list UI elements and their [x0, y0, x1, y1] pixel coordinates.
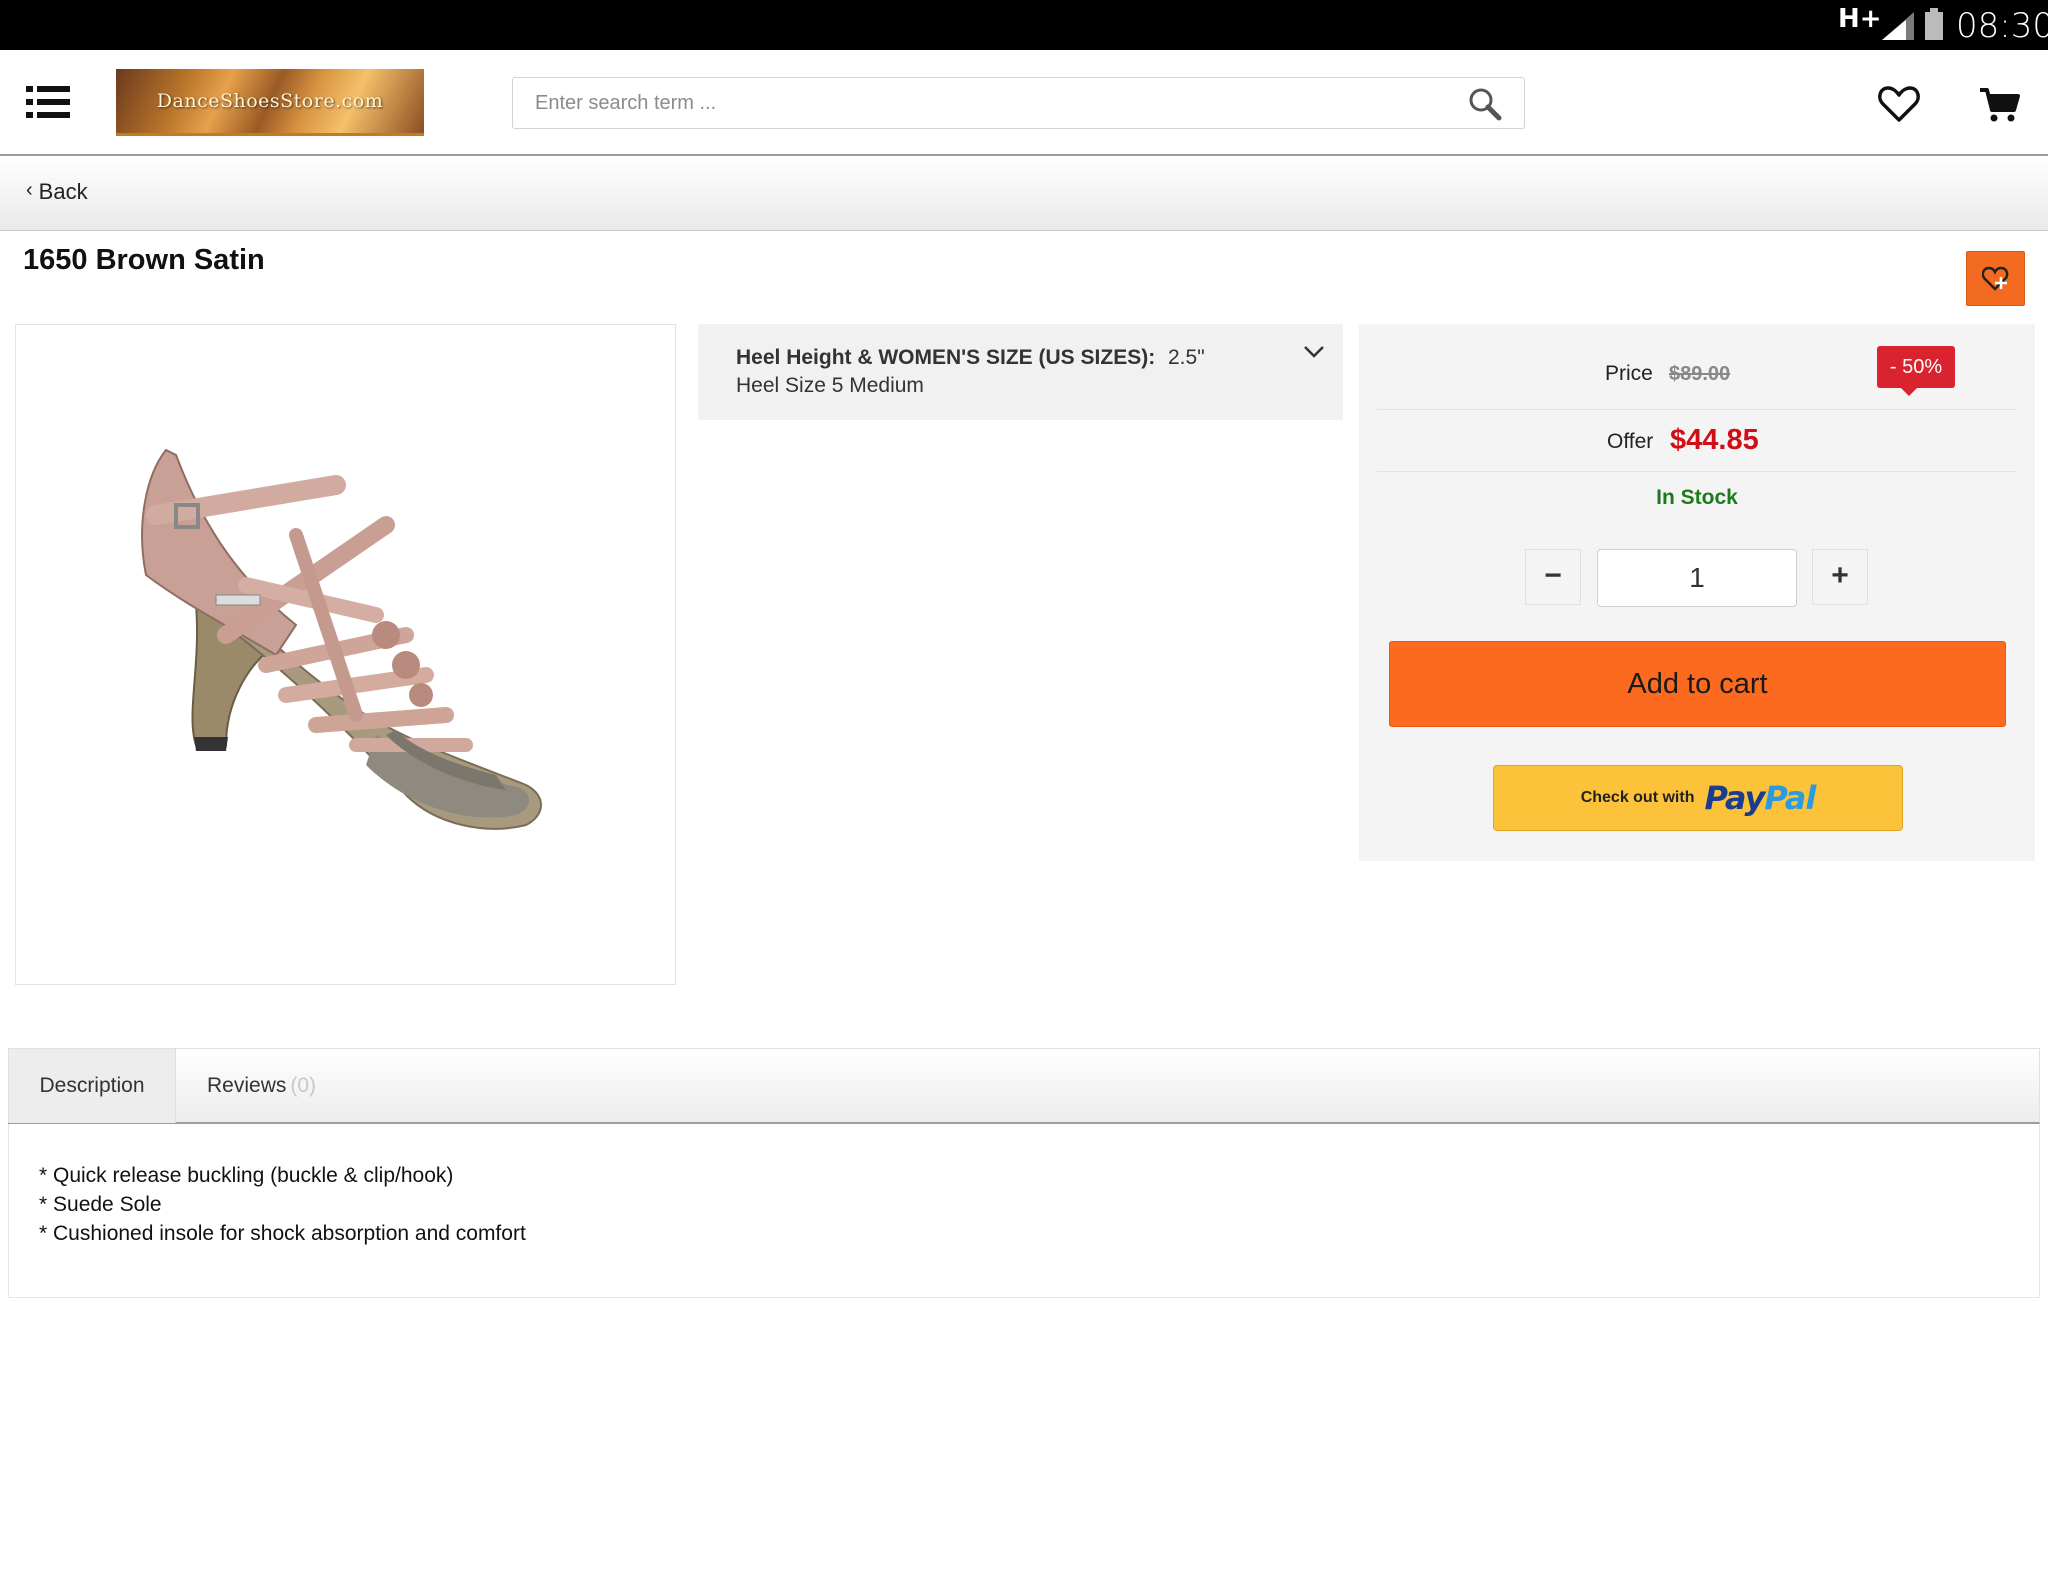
tab-description[interactable]: Description	[9, 1049, 176, 1123]
cart-icon[interactable]	[1978, 86, 2020, 124]
search-icon[interactable]	[1468, 87, 1502, 121]
product-title: 1650 Brown Satin	[23, 244, 265, 276]
purchase-panel: Price $89.00 - 50% Offer $44.85 In Stock…	[1359, 324, 2035, 861]
network-indicator: H+	[1838, 4, 1882, 34]
quantity-decrease-button[interactable]: −	[1525, 549, 1581, 605]
description-line: * Suede Sole	[39, 1193, 162, 1216]
chevron-left-icon: ‹	[26, 178, 33, 201]
back-label: Back	[38, 179, 88, 204]
offer-label: Offer	[1607, 430, 1654, 453]
product-image-frame[interactable]	[15, 324, 676, 985]
size-option-selector[interactable]: Heel Height & WOMEN'S SIZE (US SIZES): 2…	[698, 324, 1343, 420]
paypal-prefix: Check out with	[1580, 789, 1695, 806]
paypal-checkout-button[interactable]: Check out with PayPal	[1493, 765, 1903, 831]
logo-text: DanceShoesStore.com	[156, 90, 384, 112]
tab-reviews[interactable]: Reviews (0)	[207, 1049, 316, 1123]
option-value-size: Heel Size 5 Medium	[736, 374, 924, 397]
clock: 08:30	[1956, 6, 2048, 46]
heart-plus-icon	[1982, 266, 2009, 291]
search-box	[512, 77, 1525, 129]
back-bar: ‹ Back	[0, 157, 2048, 231]
tab-reviews-label: Reviews	[207, 1074, 287, 1097]
paypal-logo-pay: Pay	[1704, 779, 1765, 817]
add-to-wishlist-button[interactable]	[1966, 251, 2025, 306]
offer-row: Offer $44.85	[1377, 410, 2017, 472]
menu-icon[interactable]	[26, 84, 70, 120]
add-to-cart-button[interactable]: Add to cart	[1389, 641, 2006, 727]
site-logo[interactable]: DanceShoesStore.com	[116, 69, 424, 136]
offer-price: $44.85	[1670, 424, 1759, 456]
option-label: Heel Height & WOMEN'S SIZE (US SIZES):	[736, 346, 1156, 369]
product-image	[141, 448, 542, 830]
signal-icon	[1882, 12, 1914, 40]
original-price: $89.00	[1669, 363, 1731, 385]
quantity-increase-button[interactable]: +	[1812, 549, 1868, 605]
description-panel: * Quick release buckling (buckle & clip/…	[8, 1124, 2040, 1298]
site-header: DanceShoesStore.com	[0, 50, 2048, 156]
heart-icon[interactable]	[1878, 85, 1920, 123]
paypal-logo: PayPal	[1704, 779, 1816, 817]
paypal-logo-pal: Pal	[1764, 779, 1816, 817]
discount-badge: - 50%	[1877, 346, 1955, 396]
quantity-input[interactable]	[1597, 549, 1797, 607]
status-bar: H+ 08:30	[0, 0, 2048, 50]
product-tabs: Description Reviews (0)	[8, 1048, 2040, 1124]
reviews-count: (0)	[290, 1074, 317, 1097]
description-line: * Quick release buckling (buckle & clip/…	[39, 1164, 454, 1187]
back-button[interactable]: ‹ Back	[26, 179, 88, 205]
option-value: 2.5"	[1168, 346, 1205, 369]
search-input[interactable]	[513, 78, 1453, 128]
price-label: Price	[1605, 362, 1653, 385]
price-row: Price $89.00 - 50%	[1377, 324, 2017, 410]
stock-status: In Stock	[1656, 486, 1738, 509]
description-line: * Cushioned insole for shock absorption …	[39, 1222, 526, 1245]
chevron-down-icon	[1304, 346, 1324, 358]
battery-icon	[1925, 8, 1943, 40]
